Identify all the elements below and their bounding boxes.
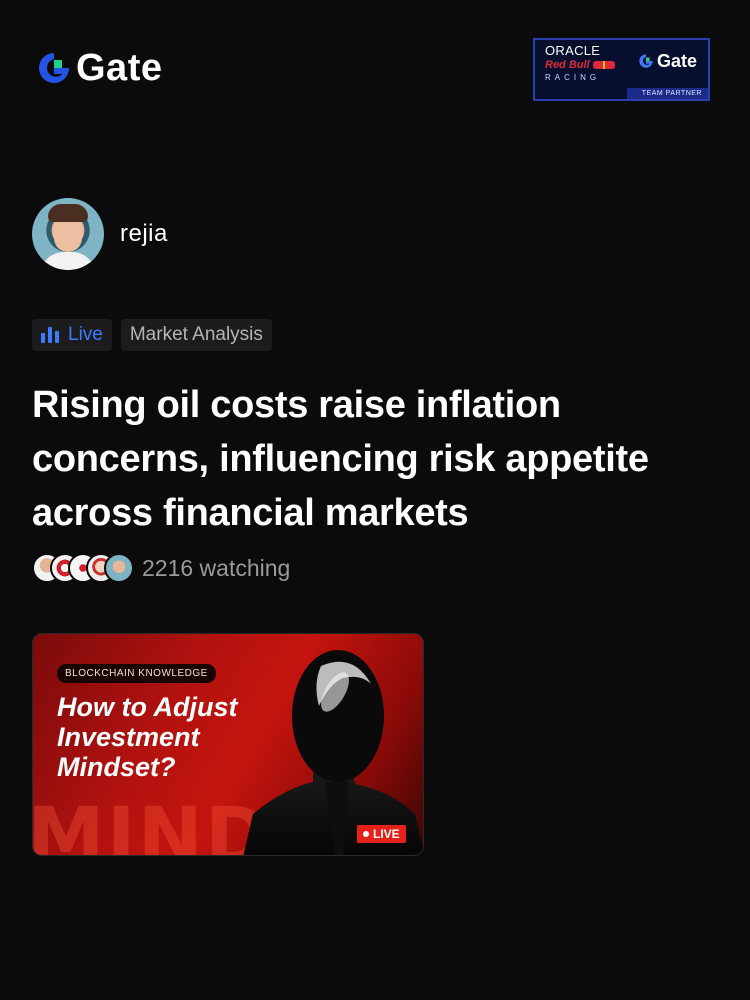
author-avatar[interactable] xyxy=(32,198,104,270)
live-tag-label: Live xyxy=(68,324,103,345)
redbull-text: Red Bull xyxy=(545,59,615,71)
avatar-shirt xyxy=(40,252,96,270)
gate-logo[interactable]: Gate xyxy=(36,47,163,89)
oracle-text: ORACLE xyxy=(545,43,601,58)
viewer-avatars xyxy=(32,553,134,583)
category-tag[interactable]: Market Analysis xyxy=(120,319,272,351)
watching-row: 2216 watching xyxy=(32,553,290,583)
card-background-text: MIND xyxy=(32,792,272,856)
logo-text: Gate xyxy=(76,47,163,89)
live-badge: LIVE xyxy=(357,825,406,843)
redbull-bull-icon xyxy=(592,61,615,69)
team-partner-label: TEAM PARTNER xyxy=(627,88,708,99)
racing-text: RACING xyxy=(545,73,601,82)
live-badge-label: LIVE xyxy=(373,827,400,841)
avatar-hair xyxy=(48,204,88,222)
live-bars-icon xyxy=(41,327,59,343)
live-tag[interactable]: Live xyxy=(32,319,112,351)
card-category-badge: BLOCKCHAIN KNOWLEDGE xyxy=(57,664,216,683)
watching-count: 2216 watching xyxy=(142,554,291,581)
author-name[interactable]: rejia xyxy=(120,220,168,248)
live-stream-card[interactable]: MIND BLOCKCHAIN KNOWLEDGE How to Adjust … xyxy=(32,633,424,856)
author-row[interactable]: rejia xyxy=(32,198,168,270)
viewer-avatar xyxy=(104,553,134,583)
tag-row: Live Market Analysis xyxy=(32,319,272,351)
team-partner-banner: ORACLE Red Bull RACING Gate TEAM PARTNER xyxy=(533,38,710,101)
gate-small-icon xyxy=(639,54,653,68)
live-dot-icon xyxy=(363,831,369,837)
partner-gate-text: Gate xyxy=(656,51,698,71)
post-title[interactable]: Rising oil costs raise inflation concern… xyxy=(32,378,722,540)
gate-logo-icon xyxy=(39,53,69,83)
card-heading: How to Adjust Investment Mindset? xyxy=(57,692,238,782)
redbull-label: Red Bull xyxy=(545,59,590,71)
